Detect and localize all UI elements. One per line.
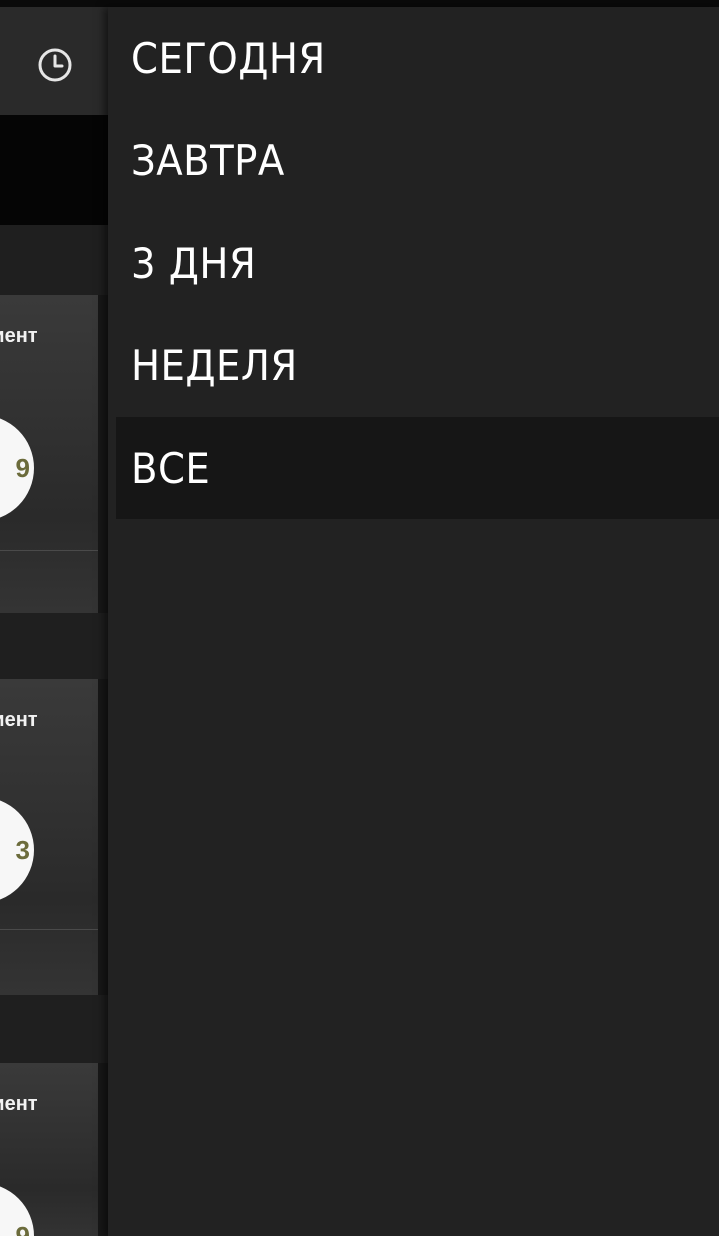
card-divider bbox=[0, 995, 108, 1063]
match-card[interactable]: циент 9 bbox=[0, 1063, 98, 1236]
status-bar bbox=[0, 0, 719, 7]
coefficient-badge: 3 bbox=[0, 797, 34, 903]
match-card[interactable]: циент 3 bbox=[0, 679, 98, 995]
card-label: циент bbox=[0, 709, 38, 731]
menu-item-label: ВСЕ bbox=[131, 443, 211, 493]
app-banner bbox=[0, 115, 108, 225]
card-label: циент bbox=[0, 1093, 38, 1115]
background-app-panel: циент 9 циент 3 циент 9 bbox=[0, 7, 108, 1236]
menu-item-all[interactable]: ВСЕ bbox=[116, 417, 719, 519]
menu-item-label: ЗАВТРА bbox=[131, 135, 285, 185]
card-label: циент bbox=[0, 325, 38, 347]
section-header bbox=[0, 225, 108, 295]
card-divider bbox=[0, 613, 108, 679]
menu-item-3-days[interactable]: 3 ДНЯ bbox=[116, 212, 719, 314]
menu-item-label: 3 ДНЯ bbox=[131, 238, 257, 288]
menu-item-label: НЕДЕЛЯ bbox=[131, 340, 298, 390]
menu-item-week[interactable]: НЕДЕЛЯ bbox=[116, 314, 719, 416]
coefficient-badge: 9 bbox=[0, 1183, 34, 1236]
period-filter-drawer: СЕГОДНЯ ЗАВТРА 3 ДНЯ НЕДЕЛЯ ВСЕ bbox=[108, 7, 719, 1236]
menu-item-today[interactable]: СЕГОДНЯ bbox=[116, 7, 719, 109]
app-header bbox=[0, 7, 108, 115]
match-card[interactable]: циент 9 bbox=[0, 295, 98, 613]
menu-item-label: СЕГОДНЯ bbox=[131, 33, 326, 83]
menu-item-tomorrow[interactable]: ЗАВТРА bbox=[116, 109, 719, 211]
clock-button[interactable] bbox=[34, 44, 76, 86]
coefficient-badge: 9 bbox=[0, 415, 34, 521]
clock-icon bbox=[38, 48, 72, 82]
